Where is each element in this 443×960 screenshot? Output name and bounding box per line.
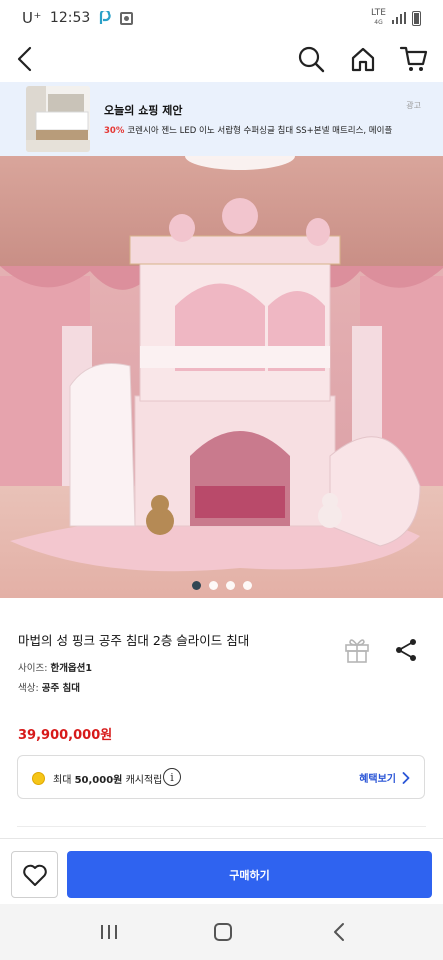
product-title: 마법의 성 핑크 공주 침대 2층 슬라이드 침대 (18, 633, 250, 648)
color-label: 색상: (18, 683, 39, 694)
status-left: U⁺ 12:53 (22, 9, 134, 27)
ad-label: 광고 (406, 101, 421, 110)
carrier-label: U⁺ (22, 9, 42, 27)
share-button[interactable] (394, 638, 418, 662)
search-button[interactable] (296, 44, 326, 74)
suggestion-description: 30% 코렌시아 젠느 LED 이노 서랍형 수퍼싱글 침대 SS+본넬 매트리스… (104, 124, 392, 136)
product-photo (0, 156, 443, 598)
suggestion-discount: 30% (104, 126, 125, 136)
p-notification-icon (98, 11, 112, 25)
wishlist-button[interactable] (11, 851, 58, 898)
battery-icon (412, 10, 421, 26)
back-arrow-icon (334, 923, 344, 941)
benefit-link-label: 혜택보기 (359, 774, 396, 785)
share-icon (396, 639, 416, 661)
top-nav-bar (0, 36, 443, 82)
system-nav-bar (0, 904, 443, 960)
carousel-dot[interactable] (225, 581, 235, 590)
carousel-dots (0, 581, 443, 590)
info-icon[interactable]: i (163, 768, 181, 786)
gift-icon (345, 639, 369, 663)
size-value: 한개옵션1 (50, 663, 93, 674)
recent-apps-button[interactable] (94, 920, 124, 944)
status-bar: U⁺ 12:53 LTE 4G (0, 0, 443, 36)
home-square-icon (214, 923, 232, 941)
app-notification-icon (120, 11, 134, 25)
clock: 12:53 (49, 10, 91, 26)
heart-icon (22, 864, 47, 886)
section-divider (17, 826, 426, 827)
status-right: LTE 4G (371, 9, 421, 27)
cashback-prefix: 최대 (53, 775, 72, 786)
coin-icon (32, 772, 45, 785)
color-value: 공주 침대 (41, 683, 80, 694)
network-type: LTE (371, 8, 386, 18)
color-option: 색상: 공주 침대 (18, 680, 80, 694)
home-icon (351, 47, 375, 72)
back-system-button[interactable] (324, 920, 354, 944)
network-sub: 4G (374, 19, 383, 26)
home-system-button[interactable] (208, 920, 238, 944)
carousel-dot[interactable] (242, 581, 252, 590)
search-icon (298, 46, 325, 73)
suggestion-product-name: 코렌시아 젠느 LED 이노 서랍형 수퍼싱글 침대 SS+본넬 매트리스, 메… (127, 126, 393, 136)
buy-button[interactable]: 구매하기 (67, 851, 432, 898)
recent-apps-icon (101, 925, 117, 939)
cashback-box[interactable]: 최대 50,000원 캐시적립 i 혜택보기 (17, 755, 425, 799)
benefit-link[interactable]: 혜택보기 (359, 770, 410, 785)
cashback-amount: 50,000원 (74, 775, 123, 786)
carousel-dot[interactable] (191, 581, 201, 590)
signal-icon (392, 12, 406, 24)
back-button[interactable] (10, 44, 40, 74)
home-button[interactable] (348, 44, 378, 74)
carousel-dot[interactable] (208, 581, 218, 590)
cart-icon (399, 46, 428, 71)
shopping-suggestion-banner[interactable]: 오늘의 쇼핑 제안 30% 코렌시아 젠느 LED 이노 서랍형 수퍼싱글 침대 … (0, 82, 443, 156)
network-indicator: LTE 4G (371, 9, 386, 27)
product-price: 39,900,000원 (18, 728, 113, 743)
suggestion-thumbnail (26, 86, 90, 152)
chevron-right-icon (402, 771, 410, 784)
size-label: 사이즈: (18, 663, 48, 674)
suggestion-title: 오늘의 쇼핑 제안 (104, 104, 183, 117)
cart-button[interactable] (399, 44, 429, 74)
size-option: 사이즈: 한개옵션1 (18, 660, 92, 674)
chevron-left-icon (17, 46, 32, 72)
product-image-carousel[interactable] (0, 156, 443, 598)
purchase-bar: 구매하기 (0, 838, 443, 904)
cashback-suffix: 캐시적립 (125, 775, 163, 786)
gift-button[interactable] (342, 634, 372, 664)
cashback-text: 최대 50,000원 캐시적립 (53, 771, 162, 786)
